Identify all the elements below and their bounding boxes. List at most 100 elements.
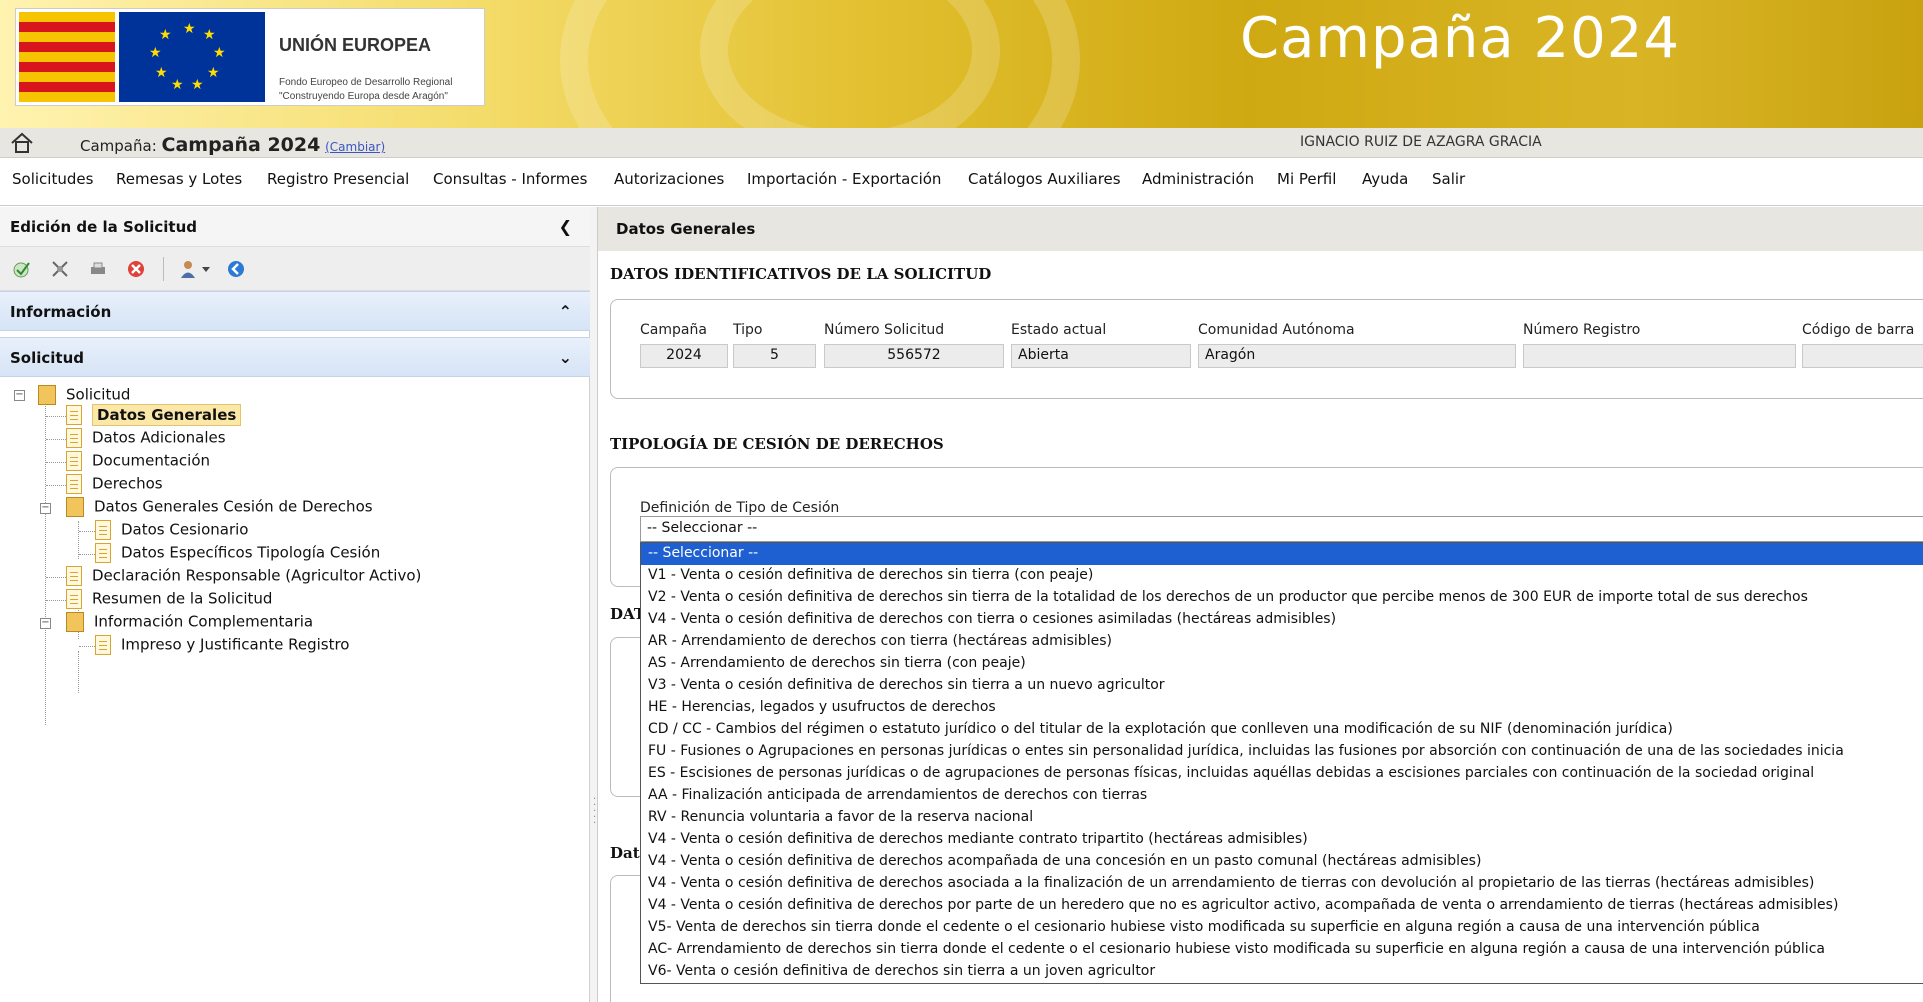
dropdown-option[interactable]: V6- Venta o cesión definitiva de derecho… — [641, 961, 1923, 983]
document-icon — [95, 543, 111, 563]
cession-type-dropdown: -- Seleccionar -- V1 - Venta o cesión de… — [640, 542, 1923, 984]
splitter-grip-icon[interactable]: · · · · · — [593, 795, 596, 829]
menu-consultas-informes[interactable]: Consultas - Informes — [433, 170, 587, 188]
tree-item-label: Datos Generales — [92, 403, 242, 426]
tree-item-derechos[interactable]: Derechos — [66, 474, 163, 498]
tree-root-label: Solicitud — [66, 385, 131, 404]
aragon-flag-icon — [19, 12, 115, 102]
eu-flag-icon: ★ ★ ★ ★ ★ ★ ★ ★ ★ — [119, 12, 265, 102]
tree-item-label: Datos Cesionario — [121, 520, 249, 539]
tree-item-documentacion[interactable]: Documentación — [66, 451, 210, 475]
dropdown-option[interactable]: -- Seleccionar -- — [641, 543, 1923, 565]
tree-item-label: Datos Adicionales — [92, 428, 226, 447]
print-icon[interactable] — [88, 259, 108, 279]
accordion-solicitud[interactable]: Solicitud ⌄ — [0, 337, 590, 377]
tree-item-cesion-derechos[interactable]: Datos Generales Cesión de Derechos — [66, 497, 373, 521]
tree-item-tipologia-cesion[interactable]: Datos Específicos Tipología Cesión — [95, 543, 380, 567]
collapse-panel-icon[interactable]: ❮ — [559, 217, 572, 236]
campaign-label: Campaña: — [80, 137, 162, 155]
eu-motto: "Construyendo Europa desde Aragón" — [279, 91, 448, 102]
tree-connector — [79, 646, 95, 647]
tools-icon[interactable] — [50, 259, 70, 279]
menu-ayuda[interactable]: Ayuda — [1362, 170, 1408, 188]
menu-catalogos-auxiliares[interactable]: Catálogos Auxiliares — [968, 170, 1121, 188]
dropdown-option[interactable]: RV - Renuncia voluntaria a favor de la r… — [641, 807, 1923, 829]
barcode-field — [1802, 344, 1923, 368]
dropdown-option[interactable]: V4 - Venta o cesión definitiva de derech… — [641, 895, 1923, 917]
dropdown-option[interactable]: V4 - Venta o cesión definitiva de derech… — [641, 873, 1923, 895]
panel-splitter[interactable]: · · · · · — [590, 207, 598, 1002]
document-icon — [66, 451, 82, 471]
folder-icon — [66, 612, 84, 632]
register-field-label: Número Registro — [1523, 322, 1641, 338]
tree-item-label: Derechos — [92, 474, 163, 493]
document-icon — [66, 589, 82, 609]
tree-item-declaracion-responsable[interactable]: Declaración Responsable (Agricultor Acti… — [66, 566, 421, 590]
tree-item-datos-cesionario[interactable]: Datos Cesionario — [95, 520, 248, 544]
register-field — [1523, 344, 1796, 368]
campaign-value: Campaña 2024 — [161, 134, 321, 156]
tree-item-impreso-justificante[interactable]: Impreso y Justificante Registro — [95, 635, 349, 659]
tree-item-label: Datos Específicos Tipología Cesión — [121, 543, 381, 562]
dropdown-option[interactable]: AS - Arrendamiento de derechos sin tierr… — [641, 653, 1923, 675]
menu-salir[interactable]: Salir — [1432, 170, 1465, 188]
document-icon — [66, 405, 82, 425]
dropdown-option[interactable]: CD / CC - Cambios del régimen o estatuto… — [641, 719, 1923, 741]
dropdown-option[interactable]: V5- Venta de derechos sin tierra donde e… — [641, 917, 1923, 939]
tree-item-label: Documentación — [92, 451, 211, 470]
back-icon[interactable] — [226, 259, 246, 279]
tree-collapse-toggle[interactable]: − — [40, 618, 51, 629]
dropdown-option[interactable]: AA - Finalización anticipada de arrendam… — [641, 785, 1923, 807]
dropdown-option[interactable]: AC- Arrendamiento de derechos sin tierra… — [641, 939, 1923, 961]
menu-administracion[interactable]: Administración — [1142, 170, 1254, 188]
tree-item-datos-generales[interactable]: Datos Generales — [66, 403, 242, 429]
menu-remesas-lotes[interactable]: Remesas y Lotes — [116, 170, 242, 188]
ident-fieldset: Campaña 2024 Tipo 5 Número Solicitud 556… — [610, 299, 1923, 399]
definition-label: Definición de Tipo de Cesión — [640, 500, 840, 516]
dropdown-option[interactable]: AR - Arrendamiento de derechos con tierr… — [641, 631, 1923, 653]
dropdown-option[interactable]: V4 - Venta o cesión definitiva de derech… — [641, 609, 1923, 631]
menu-registro-presencial[interactable]: Registro Presencial — [267, 170, 409, 188]
tree-connector — [46, 600, 66, 601]
state-field: Abierta — [1011, 344, 1191, 368]
cancel-icon[interactable] — [126, 259, 146, 279]
eu-title: UNIÓN EUROPEA — [279, 35, 432, 55]
tree-connector — [46, 439, 66, 440]
dropdown-option[interactable]: V4 - Venta o cesión definitiva de derech… — [641, 851, 1923, 873]
user-name: IGNACIO RUIZ DE AZAGRA GRACIA — [1300, 134, 1542, 150]
tree-item-datos-adicionales[interactable]: Datos Adicionales — [66, 428, 226, 452]
menu-mi-perfil[interactable]: Mi Perfil — [1277, 170, 1336, 188]
dropdown-option[interactable]: ES - Escisiones de personas jurídicas o … — [641, 763, 1923, 785]
tree-item-label: Declaración Responsable (Agricultor Acti… — [92, 566, 422, 585]
user-icon[interactable] — [178, 259, 198, 279]
tree-collapse-toggle[interactable]: − — [14, 390, 25, 401]
community-field: Aragón — [1198, 344, 1516, 368]
menu-autorizaciones[interactable]: Autorizaciones — [614, 170, 724, 188]
tree-collapse-toggle[interactable]: − — [40, 503, 51, 514]
typology-section-title: TIPOLOGÍA DE CESIÓN DE DERECHOS — [610, 435, 944, 453]
menu-solicitudes[interactable]: Solicitudes — [12, 170, 93, 188]
accordion-informacion[interactable]: Información ⌃ — [0, 291, 590, 331]
chevron-up-icon: ⌃ — [558, 302, 572, 321]
change-campaign-link[interactable]: (Cambiar) — [325, 140, 385, 154]
dropdown-option[interactable]: V3 - Venta o cesión definitiva de derech… — [641, 675, 1923, 697]
campaign-field-label: Campaña — [640, 322, 707, 338]
accordion-informacion-label: Información — [10, 303, 112, 321]
tree-connector — [78, 651, 79, 693]
dropdown-option[interactable]: V4 - Venta o cesión definitiva de derech… — [641, 829, 1923, 851]
cession-type-select[interactable]: -- Seleccionar -- — [640, 516, 1923, 542]
dropdown-option[interactable]: FU - Fusiones o Agrupaciones en personas… — [641, 741, 1923, 763]
home-icon[interactable] — [10, 132, 34, 154]
tree-connector — [79, 554, 95, 555]
dropdown-option[interactable]: V2 - Venta o cesión definitiva de derech… — [641, 587, 1923, 609]
tree-item-informacion-complementaria[interactable]: Información Complementaria — [66, 612, 313, 636]
campaign-field: 2024 — [640, 344, 728, 368]
dropdown-option[interactable]: V1 - Venta o cesión definitiva de derech… — [641, 565, 1923, 587]
dropdown-option[interactable]: HE - Herencias, legados y usufructos de … — [641, 697, 1923, 719]
tree-item-resumen[interactable]: Resumen de la Solicitud — [66, 589, 272, 613]
menu-importacion-exportacion[interactable]: Importación - Exportación — [747, 170, 941, 188]
toolbar-divider — [163, 257, 164, 281]
validate-icon[interactable] — [12, 259, 32, 279]
dropdown-arrow-icon[interactable] — [200, 259, 212, 279]
community-field-label: Comunidad Autónoma — [1198, 322, 1355, 338]
